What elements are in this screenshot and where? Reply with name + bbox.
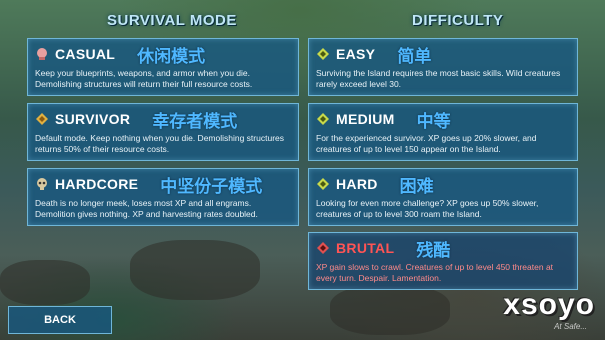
difficulty-name-cn: 中等	[416, 111, 451, 131]
medium-diamond-icon	[316, 112, 330, 126]
difficulty-name: HARD	[336, 176, 378, 192]
mode-description: Keep your blueprints, weapons, and armor…	[35, 68, 253, 89]
background-rock	[0, 260, 90, 305]
mode-description: Death is no longer meek, loses most XP a…	[35, 198, 258, 219]
difficulty-card-medium[interactable]: MEDIUM 中等 For the experienced survivor. …	[308, 103, 578, 161]
difficulty-name: EASY	[336, 46, 376, 62]
hardcore-skull-icon	[35, 177, 49, 191]
easy-diamond-icon	[316, 47, 330, 61]
mode-card-casual[interactable]: CASUAL 休闲模式 Keep your blueprints, weapon…	[27, 38, 299, 96]
back-button[interactable]: BACK	[8, 306, 112, 334]
casual-helmet-icon	[35, 47, 49, 61]
background-rock	[330, 285, 450, 335]
difficulty-card-easy[interactable]: EASY 简单 Surviving the Island requires th…	[308, 38, 578, 96]
difficulty-name: MEDIUM	[336, 111, 395, 127]
difficulty-name: BRUTAL	[336, 240, 395, 256]
mode-name-cn: 中坚份子模式	[160, 176, 263, 196]
difficulty-name-cn: 残酷	[416, 240, 451, 260]
mode-card-hardcore[interactable]: HARDCORE 中坚份子模式 Death is no longer meek,…	[27, 168, 299, 226]
background-rock	[130, 240, 260, 300]
mode-card-survivor[interactable]: SURVIVOR 幸存者模式 Default mode. Keep nothin…	[27, 103, 299, 161]
watermark-subtext: At Safe...	[554, 322, 587, 331]
difficulty-name-cn: 简单	[397, 46, 432, 66]
mode-name-cn: 幸存者模式	[152, 111, 238, 131]
difficulty-description: XP gain slows to crawl. Creatures of up …	[316, 262, 554, 283]
mode-name-cn: 休闲模式	[137, 46, 206, 66]
difficulty-header: DIFFICULTY	[412, 12, 504, 29]
difficulty-description: For the experienced survivor. XP goes up…	[316, 133, 537, 154]
hard-diamond-icon	[316, 177, 330, 191]
mode-name: HARDCORE	[55, 176, 139, 192]
mode-name: SURVIVOR	[55, 111, 131, 127]
mode-name: CASUAL	[55, 46, 116, 62]
difficulty-name-cn: 困难	[399, 176, 434, 196]
difficulty-description: Looking for even more challenge? XP goes…	[316, 198, 539, 219]
difficulty-card-hard[interactable]: HARD 困难 Looking for even more challenge?…	[308, 168, 578, 226]
difficulty-card-brutal[interactable]: BRUTAL 残酷 XP gain slows to crawl. Creatu…	[308, 232, 578, 290]
survival-mode-header: SURVIVAL MODE	[107, 12, 237, 29]
survivor-badge-icon	[35, 112, 49, 126]
mode-description: Default mode. Keep nothing when you die.…	[35, 133, 285, 154]
difficulty-description: Surviving the Island requires the most b…	[316, 68, 561, 89]
watermark-logo: xsoyo	[503, 288, 595, 321]
brutal-diamond-icon	[316, 241, 330, 255]
